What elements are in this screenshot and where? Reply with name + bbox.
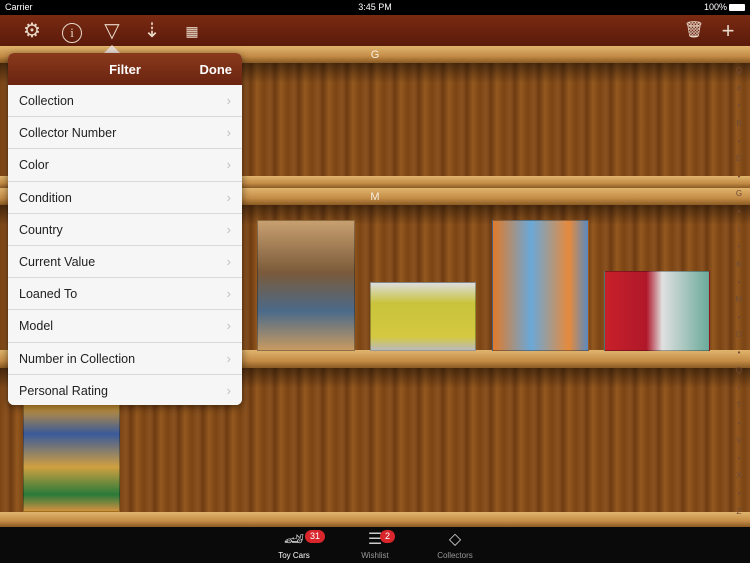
- toy-car-item[interactable]: [604, 271, 710, 351]
- chevron-right-icon: ›: [226, 286, 231, 302]
- filter-item[interactable]: Current Value ›: [8, 245, 242, 279]
- section-index[interactable]: Q # • B • D • G • I • K • M • O • Q • T • V • X • Z: [728, 66, 750, 516]
- filter-item[interactable]: Country ›: [8, 213, 242, 246]
- tab-collectors[interactable]: ◇ Collectors: [420, 529, 490, 560]
- chevron-right-icon: ›: [226, 93, 231, 108]
- chevron-right-icon: ›: [226, 350, 231, 366]
- done-button[interactable]: Done: [200, 62, 233, 77]
- filter-item-label: Personal Rating: [19, 383, 108, 398]
- filter-item-label: Country: [19, 222, 63, 237]
- gear-icon[interactable]: ⚙: [20, 19, 44, 43]
- filter-popover: Filter Done Collection › Collector Number ›…: [8, 53, 242, 405]
- index-letter[interactable]: M: [736, 295, 743, 304]
- filter-item[interactable]: Model ›: [8, 310, 242, 343]
- index-letter[interactable]: •: [738, 419, 741, 428]
- filter-item-label: Collection: [19, 94, 74, 108]
- toy-car-item[interactable]: [492, 220, 589, 351]
- tab-wishlist[interactable]: ☰ Wishlist 2: [340, 529, 410, 560]
- index-letter[interactable]: D: [736, 154, 742, 163]
- index-letter[interactable]: •: [738, 242, 741, 251]
- index-letter[interactable]: •: [738, 137, 741, 146]
- tab-label: Toy Cars: [278, 551, 310, 560]
- tab-toy-cars[interactable]: 🏎 Toy Cars 31: [259, 529, 329, 560]
- tab-bar: 🏎 Toy Cars 31 ☰ Wishlist 2 ◇ Collectors: [0, 527, 750, 563]
- info-icon[interactable]: i: [60, 19, 84, 43]
- shelf-plank: [0, 512, 750, 527]
- trash-icon[interactable]: 🗑: [682, 19, 706, 43]
- index-letter[interactable]: •: [738, 207, 741, 216]
- filter-header: Filter Done: [8, 53, 242, 85]
- battery: 100%: [704, 0, 745, 15]
- index-letter[interactable]: #: [737, 84, 741, 93]
- index-letter[interactable]: T: [737, 401, 742, 410]
- index-letter[interactable]: V: [736, 436, 741, 445]
- list-icon: ☰: [367, 531, 383, 548]
- index-letter[interactable]: K: [736, 260, 741, 269]
- index-letter[interactable]: Z: [737, 507, 742, 516]
- status-bar: Carrier 3:45 PM 100%: [0, 0, 750, 15]
- index-letter[interactable]: •: [738, 101, 741, 110]
- index-letter[interactable]: •: [738, 489, 741, 498]
- filter-item-label: Number in Collection: [19, 351, 136, 366]
- time: 3:45 PM: [358, 2, 392, 12]
- index-letter[interactable]: G: [736, 189, 742, 198]
- chevron-right-icon: ›: [226, 318, 231, 334]
- filter-item[interactable]: Collection ›: [8, 85, 242, 118]
- collectors-icon: ◇: [448, 531, 462, 548]
- index-letter[interactable]: •: [738, 348, 741, 357]
- filter-icon[interactable]: ▽: [100, 19, 124, 43]
- filter-item-label: Model: [19, 319, 54, 334]
- sort-icon[interactable]: ⇣: [140, 19, 164, 43]
- index-letter[interactable]: •: [738, 454, 741, 463]
- index-letter[interactable]: O: [736, 330, 742, 339]
- chevron-right-icon: ›: [226, 157, 231, 173]
- filter-item[interactable]: Personal Rating ›: [8, 374, 242, 405]
- chevron-right-icon: ›: [226, 221, 231, 237]
- chevron-right-icon: ›: [226, 125, 231, 141]
- index-letter[interactable]: I: [738, 225, 740, 234]
- filter-item-label: Loaned To: [19, 287, 78, 302]
- toy-car-item[interactable]: [257, 220, 355, 351]
- badge: 31: [305, 530, 326, 543]
- index-letter[interactable]: •: [738, 172, 741, 181]
- index-letter[interactable]: Q: [736, 66, 742, 75]
- plus-icon[interactable]: +: [716, 19, 740, 43]
- chevron-right-icon: ›: [226, 189, 231, 205]
- badge: 2: [380, 530, 396, 543]
- filter-item[interactable]: Collector Number ›: [8, 117, 242, 150]
- filter-item[interactable]: Condition ›: [8, 181, 242, 214]
- filter-item[interactable]: Color ›: [8, 149, 242, 182]
- index-letter[interactable]: •: [738, 313, 741, 322]
- tab-label: Collectors: [437, 551, 473, 560]
- index-letter[interactable]: •: [738, 278, 741, 287]
- index-letter[interactable]: B: [736, 119, 741, 128]
- index-letter[interactable]: •: [738, 383, 741, 392]
- index-letter[interactable]: Q: [736, 366, 742, 375]
- filter-item-label: Collector Number: [19, 126, 117, 141]
- tab-label: Wishlist: [361, 551, 389, 560]
- popover-arrow: [104, 45, 120, 53]
- grid-icon[interactable]: ▦: [180, 19, 204, 43]
- toy-car-item[interactable]: [370, 282, 476, 351]
- index-letter[interactable]: X: [736, 471, 741, 480]
- chevron-right-icon: ›: [226, 253, 231, 269]
- chevron-right-icon: ›: [226, 382, 231, 398]
- toolbar: ⚙ i ▽ ⇣ ▦ 🗑 +: [0, 15, 750, 47]
- filter-item-label: Condition: [19, 190, 72, 205]
- filter-item-label: Current Value: [19, 254, 96, 269]
- filter-item[interactable]: Number in Collection ›: [8, 342, 242, 375]
- toy-car-item[interactable]: [23, 400, 120, 512]
- filter-item[interactable]: Loaned To ›: [8, 278, 242, 311]
- battery-icon: [729, 4, 745, 11]
- filter-item-label: Color: [19, 158, 49, 173]
